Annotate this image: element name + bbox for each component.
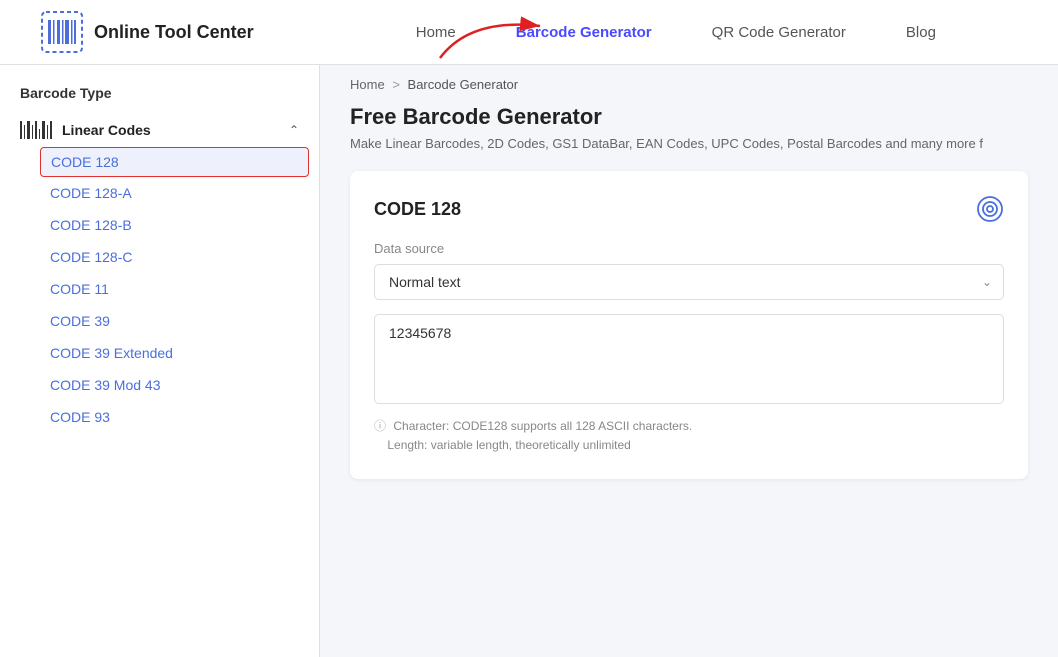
logo-area: Online Tool Center — [40, 10, 254, 54]
info-icon: ⓘ — [374, 419, 386, 433]
hint-line1: Character: CODE128 supports all 128 ASCI… — [393, 419, 692, 433]
nav-home[interactable]: Home — [416, 24, 456, 41]
sidebar-item-code39-extended[interactable]: CODE 39 Extended — [0, 337, 319, 369]
sidebar-item-code128a[interactable]: CODE 128-A — [0, 177, 319, 209]
sidebar-item-code39[interactable]: CODE 39 — [0, 305, 319, 337]
nav-barcode-generator[interactable]: Barcode Generator — [516, 24, 652, 41]
sidebar-item-code93[interactable]: CODE 93 — [0, 401, 319, 433]
breadcrumb: Home > Barcode Generator — [320, 65, 1058, 104]
sidebar-item-code128b[interactable]: CODE 128-B — [0, 209, 319, 241]
page-title: Free Barcode Generator — [350, 104, 1028, 130]
sidebar-item-code128[interactable]: CODE 128 — [40, 147, 309, 177]
nav-qr-code-generator[interactable]: QR Code Generator — [712, 24, 846, 41]
breadcrumb-separator: > — [392, 77, 400, 92]
header: Online Tool Center Home Barcode Generato… — [0, 0, 1058, 65]
chevron-up-icon: ⌃ — [289, 123, 299, 137]
sidebar-section-title: Barcode Type — [0, 85, 319, 113]
barcode-card: CODE 128 Data source Normal text Hex Bas… — [350, 171, 1028, 479]
sidebar: Barcode Type Linear Codes ⌃ — [0, 65, 320, 657]
data-source-label: Data source — [374, 241, 1004, 256]
hint-line2: Length: variable length, theoretically u… — [387, 438, 630, 452]
sidebar-item-code39-mod43[interactable]: CODE 39 Mod 43 — [0, 369, 319, 401]
settings-icon[interactable] — [976, 195, 1004, 223]
sidebar-group-label-linear-codes: Linear Codes — [62, 122, 151, 138]
layout: Barcode Type Linear Codes ⌃ — [0, 65, 1058, 657]
sidebar-item-code11[interactable]: CODE 11 — [0, 273, 319, 305]
hint-text: ⓘ Character: CODE128 supports all 128 AS… — [374, 417, 1004, 455]
page-subtitle: Make Linear Barcodes, 2D Codes, GS1 Data… — [350, 136, 1028, 151]
card-header: CODE 128 — [374, 195, 1004, 223]
breadcrumb-current: Barcode Generator — [408, 77, 519, 92]
card-title: CODE 128 — [374, 199, 461, 220]
barcode-data-textarea[interactable] — [374, 314, 1004, 404]
data-source-select[interactable]: Normal text Hex Base64 — [374, 264, 1004, 300]
data-source-wrapper: Normal text Hex Base64 ⌄ — [374, 264, 1004, 300]
main-nav: Home Barcode Generator QR Code Generator… — [334, 24, 1018, 41]
sidebar-group-header-left: Linear Codes — [20, 121, 151, 139]
sidebar-group-header-linear-codes[interactable]: Linear Codes ⌃ — [0, 113, 319, 147]
breadcrumb-home[interactable]: Home — [350, 77, 385, 92]
main-content-area: Home > Barcode Generator Free Barcode Ge… — [320, 65, 1058, 657]
sidebar-item-code128c[interactable]: CODE 128-C — [0, 241, 319, 273]
main-content: Free Barcode Generator Make Linear Barco… — [320, 104, 1058, 509]
barcode-group-icon — [20, 121, 52, 139]
nav-blog[interactable]: Blog — [906, 24, 936, 41]
logo-icon — [40, 10, 84, 54]
logo-text: Online Tool Center — [94, 22, 254, 43]
